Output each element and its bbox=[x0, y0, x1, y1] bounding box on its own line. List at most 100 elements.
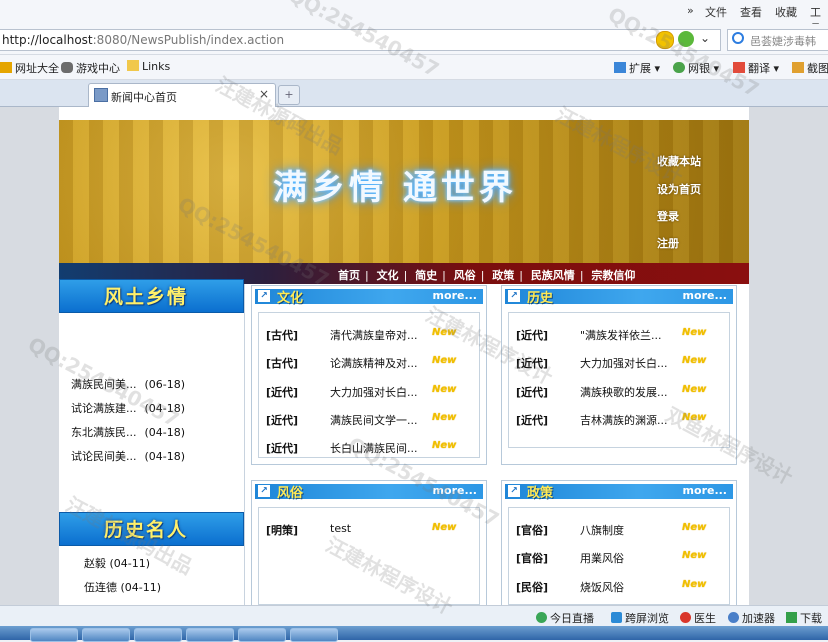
tab-bar: 新闻中心首页 × + bbox=[0, 80, 828, 107]
news-row[interactable]: [近代] 满族秧歌的发展... bbox=[516, 384, 678, 400]
toolbar-extensions[interactable]: 扩展 ▾ bbox=[614, 60, 660, 76]
banner: 满乡情 通世界 收藏本站 设为首页 登录 注册 bbox=[59, 120, 749, 263]
box-title: 风俗 bbox=[277, 486, 304, 501]
new-badge: New bbox=[682, 355, 707, 366]
toolbar-label: 扩展 bbox=[629, 62, 651, 75]
toolbar-ebank[interactable]: 网银 ▾ bbox=[673, 60, 719, 76]
news-category: [近代] bbox=[266, 414, 299, 427]
nav-religion[interactable]: 宗教信仰 bbox=[591, 269, 635, 282]
menu-file[interactable]: 文件 bbox=[705, 4, 727, 20]
status-download[interactable]: 下载 bbox=[786, 610, 822, 626]
search-icon bbox=[732, 32, 744, 44]
download-icon bbox=[786, 612, 797, 623]
item-title: 试论民间美... bbox=[71, 450, 137, 463]
banner-link-favorite[interactable]: 收藏本站 bbox=[657, 153, 701, 169]
url-host: http://localhost bbox=[2, 33, 93, 47]
status-label: 医生 bbox=[694, 612, 716, 625]
nav-policy[interactable]: 政策 bbox=[492, 269, 514, 282]
news-row[interactable]: [明策] test bbox=[266, 522, 428, 538]
banner-link-homepage[interactable]: 设为首页 bbox=[657, 181, 701, 197]
nav-culture[interactable]: 文化 bbox=[377, 269, 399, 282]
star-icon bbox=[0, 62, 12, 73]
news-row[interactable]: [近代] "满族发祥依兰... bbox=[516, 327, 678, 343]
nav-history[interactable]: 简史 bbox=[415, 269, 437, 282]
news-title: 大力加强对长白... bbox=[330, 386, 418, 399]
more-link[interactable]: more... bbox=[433, 484, 477, 497]
news-row[interactable]: [近代] 大力加强对长白... bbox=[266, 384, 428, 400]
search-placeholder: 邑荟婕涉毒韩 bbox=[750, 35, 816, 48]
fav-site-directory[interactable]: 网址大全 bbox=[0, 60, 59, 76]
news-title: 长白山满族民间... bbox=[330, 442, 418, 455]
news-title: 满族秧歌的发展... bbox=[580, 386, 668, 399]
status-doctor[interactable]: 医生 bbox=[680, 610, 716, 626]
menu-overflow[interactable]: » bbox=[687, 4, 694, 17]
banner-link-register[interactable]: 注册 bbox=[657, 235, 679, 251]
dropdown-icon[interactable]: ⌄ bbox=[700, 31, 710, 45]
more-link[interactable]: more... bbox=[683, 289, 727, 302]
lightning-icon[interactable] bbox=[656, 31, 674, 49]
fav-links[interactable]: Links bbox=[127, 60, 170, 73]
left-section-header-customs: 风土乡情 bbox=[59, 279, 244, 313]
news-row[interactable]: [近代] 吉林满族的渊源... bbox=[516, 412, 678, 428]
nav-ethnic[interactable]: 民族风情 bbox=[531, 269, 575, 282]
tab-title: 新闻中心首页 bbox=[111, 91, 177, 104]
tab-news-home[interactable]: 新闻中心首页 × bbox=[88, 83, 276, 107]
news-category: [古代] bbox=[266, 329, 299, 342]
item-title: 满族民间美... bbox=[71, 378, 137, 391]
news-category: [近代] bbox=[266, 386, 299, 399]
new-badge: New bbox=[432, 412, 457, 423]
banner-link-login[interactable]: 登录 bbox=[657, 208, 679, 224]
left-list-item[interactable]: 满族民间美... (06-18) bbox=[71, 376, 185, 392]
browser-status-bar: 今日直播 跨屏浏览 医生 加速器 下载 bbox=[0, 605, 828, 626]
toolbar-translate[interactable]: 翻译 ▾ bbox=[733, 60, 779, 76]
person-item[interactable]: 伍连德 (04-11) bbox=[84, 579, 161, 595]
new-tab-button[interactable]: + bbox=[278, 85, 300, 105]
new-badge: New bbox=[682, 327, 707, 338]
new-badge: New bbox=[432, 440, 457, 451]
news-title: 用業风俗 bbox=[580, 552, 624, 565]
news-row[interactable]: [近代] 大力加强对长白... bbox=[516, 355, 678, 371]
menu-view[interactable]: 查看 bbox=[740, 4, 762, 20]
person-date: (04-11) bbox=[120, 581, 162, 594]
status-accelerator[interactable]: 加速器 bbox=[728, 610, 775, 626]
menu-favorites[interactable]: 收藏 bbox=[775, 4, 797, 20]
news-row[interactable]: [近代] 长白山满族民间... bbox=[266, 440, 428, 456]
news-category: [官俗] bbox=[516, 552, 549, 565]
nav-home[interactable]: 首页 bbox=[338, 269, 360, 282]
left-list-item[interactable]: 东北满族民... (04-18) bbox=[71, 424, 185, 440]
fav-game-center[interactable]: 游戏中心 bbox=[61, 60, 120, 76]
left-section-title: 风土乡情 bbox=[104, 286, 189, 308]
news-row[interactable]: [官俗] 用業风俗 bbox=[516, 550, 678, 566]
search-field[interactable]: 邑荟婕涉毒韩 bbox=[727, 29, 828, 51]
news-row[interactable]: [近代] 满族民间文学一... bbox=[266, 412, 428, 428]
news-category: [明策] bbox=[266, 524, 299, 537]
toolbar-label: 翻译 bbox=[748, 62, 770, 75]
nav-customs[interactable]: 风俗 bbox=[454, 269, 476, 282]
item-title: 试论满族建... bbox=[71, 402, 137, 415]
news-row[interactable]: [民俗] 烧饭风俗 bbox=[516, 579, 678, 595]
close-icon[interactable]: × bbox=[259, 87, 269, 101]
scissors-icon bbox=[792, 62, 804, 73]
toolbar-screenshot[interactable]: 截图 bbox=[792, 60, 828, 76]
left-list-item[interactable]: 试论满族建... (04-18) bbox=[71, 400, 185, 416]
person-item[interactable]: 赵毅 (04-11) bbox=[84, 555, 150, 571]
news-title: 满族民间文学一... bbox=[330, 414, 418, 427]
status-cross-screen[interactable]: 跨屏浏览 bbox=[611, 610, 669, 626]
news-row[interactable]: [古代] 论满族精神及对... bbox=[266, 355, 428, 371]
arrow-icon: ↗ bbox=[258, 485, 270, 497]
translate-icon bbox=[733, 62, 745, 73]
arrow-icon: ↗ bbox=[508, 290, 520, 302]
news-title: 吉林满族的渊源... bbox=[580, 414, 668, 427]
arrow-icon: ↗ bbox=[508, 485, 520, 497]
more-link[interactable]: more... bbox=[433, 289, 477, 302]
left-list-item[interactable]: 试论民间美... (04-18) bbox=[71, 448, 185, 464]
url-path: :8080/NewsPublish/index.action bbox=[92, 33, 285, 47]
play-icon bbox=[536, 612, 547, 623]
news-row[interactable]: [官俗] 八旗制度 bbox=[516, 522, 678, 538]
more-link[interactable]: more... bbox=[683, 484, 727, 497]
box-policy: ↗ 政策 more... [官俗] 八旗制度 New [官俗] 用業风俗 New [… bbox=[501, 480, 737, 605]
status-live[interactable]: 今日直播 bbox=[536, 610, 594, 626]
refresh-icon[interactable] bbox=[678, 31, 694, 47]
url-field[interactable]: http://localhost:8080/NewsPublish/index.… bbox=[0, 29, 721, 51]
news-row[interactable]: [古代] 清代满族皇帝对... bbox=[266, 327, 428, 343]
